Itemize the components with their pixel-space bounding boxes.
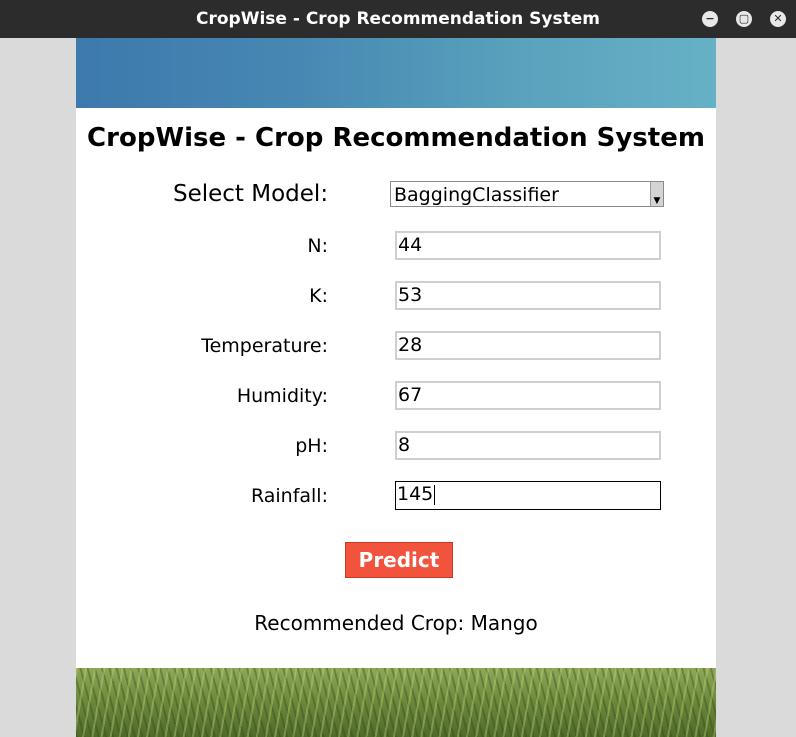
ph-label: pH: (295, 435, 328, 457)
rainfall-input[interactable]: 145 (395, 481, 661, 510)
page-title: CropWise - Crop Recommendation System (87, 123, 705, 153)
k-label: K: (309, 285, 328, 307)
minimize-button[interactable]: − (702, 11, 718, 27)
model-select[interactable]: BaggingClassifier ▼ (390, 181, 664, 207)
minimize-icon: − (705, 12, 715, 25)
humidity-label: Humidity: (236, 385, 328, 407)
temperature-input[interactable]: 28 (395, 331, 661, 360)
k-input[interactable]: 53 (395, 281, 661, 310)
close-icon: ✕ (773, 12, 783, 25)
maximize-icon: ▢ (738, 12, 750, 25)
sky-banner-image (76, 38, 716, 108)
model-select-value: BaggingClassifier (394, 184, 559, 206)
n-input[interactable]: 44 (395, 231, 661, 260)
ph-input[interactable]: 8 (395, 431, 661, 460)
chevron-down-icon[interactable]: ▼ (650, 182, 663, 206)
n-label: N: (307, 235, 328, 257)
window-title: CropWise - Crop Recommendation System (196, 9, 600, 29)
recommendation-result: Recommended Crop: Mango (254, 611, 538, 635)
select-model-label: Select Model: (173, 181, 329, 207)
close-button[interactable]: ✕ (770, 11, 786, 27)
predict-button[interactable]: Predict (345, 542, 453, 578)
rainfall-input-value: 145 (397, 483, 434, 505)
temperature-label: Temperature: (201, 335, 328, 357)
humidity-input[interactable]: 67 (395, 381, 661, 410)
maximize-button[interactable]: ▢ (736, 11, 752, 27)
text-caret (434, 484, 436, 505)
rainfall-label: Rainfall: (250, 485, 328, 507)
app-content: CropWise - Crop Recommendation System Se… (76, 38, 716, 737)
wheat-field-image (76, 668, 716, 737)
title-bar: CropWise - Crop Recommendation System − … (0, 0, 796, 38)
